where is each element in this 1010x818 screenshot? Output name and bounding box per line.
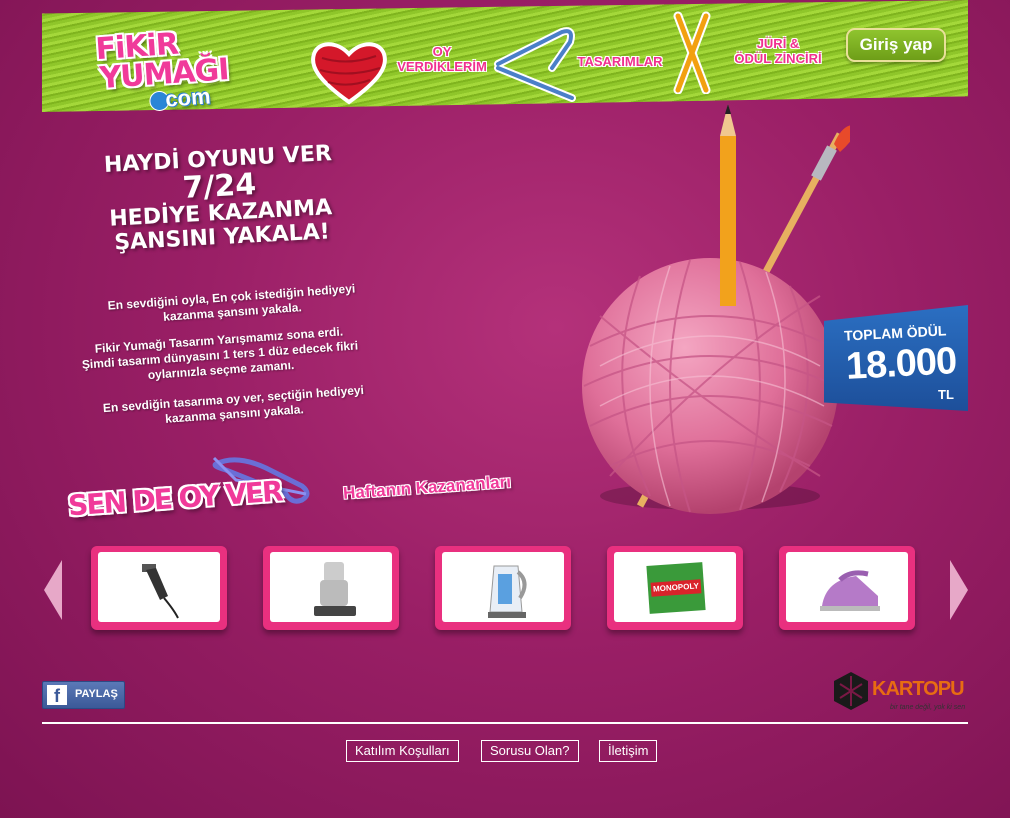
- footer-link-sorusu-olan[interactable]: Sorusu Olan?: [481, 740, 579, 762]
- carousel-item-tea-maker[interactable]: [263, 546, 399, 630]
- facebook-icon: f: [47, 685, 67, 706]
- steam-iron-icon: [820, 570, 880, 611]
- crossed-needles-icon[interactable]: [670, 10, 714, 94]
- carousel-item-frame: [270, 552, 392, 622]
- weekly-winners-link[interactable]: Haftanın Kazananları: [343, 472, 512, 504]
- carousel-item-frame: [442, 552, 564, 622]
- logo-domain: com: [164, 83, 212, 112]
- yarn-ball-illustration: [582, 104, 850, 514]
- share-label: PAYLAŞ: [75, 688, 118, 700]
- nav-juri-line2: ÖDÜL ZİNCİRİ: [734, 51, 822, 66]
- knitting-needles-icon[interactable]: [492, 24, 582, 102]
- heart-yarn-icon[interactable]: [308, 36, 390, 106]
- hero-paragraph-1: En sevdiğini oyla, En çok istediğin hedi…: [81, 280, 382, 331]
- carousel-item-hair-clipper[interactable]: [91, 546, 227, 630]
- prize-currency: TL: [938, 387, 954, 402]
- hero-paragraph-2: Fikir Yumağı Tasarım Yarışmamız sona erd…: [69, 323, 371, 389]
- nav-juri-line1: JÜRİ &: [756, 36, 800, 51]
- monopoly-label: MONOPOLY: [650, 579, 702, 597]
- footer-divider: [42, 722, 968, 724]
- footer-link-iletisim[interactable]: İletişim: [599, 740, 658, 762]
- kartopu-logo-icon: [834, 672, 868, 710]
- nav-oy-verdiklerim-line2: VERDİKLERİM: [397, 59, 487, 74]
- site-logo[interactable]: FiKiR YUMAĞI com: [94, 25, 252, 135]
- carousel-item-frame: MONOPOLY: [614, 552, 736, 622]
- kartopu-brand[interactable]: KARTOPU bir tane değil, yok ki sen: [832, 670, 965, 717]
- tea-maker-icon: [314, 562, 356, 616]
- total-prize-badge: TOPLAM ÖDÜL 18.000 TL: [824, 305, 968, 411]
- carousel-item-steam-iron[interactable]: [779, 546, 915, 630]
- hero-paragraph-3: En sevdiğin tasarıma oy ver, seçtiğin he…: [83, 382, 384, 433]
- nav-tasarimlar-label: TASARIMLAR: [577, 54, 663, 69]
- footer-link-katilim-kosullari[interactable]: Katılım Koşulları: [346, 740, 459, 762]
- hair-clipper-icon: [142, 564, 179, 619]
- carousel-item-kettle[interactable]: [435, 546, 571, 630]
- carousel-item-monopoly[interactable]: MONOPOLY: [607, 546, 743, 630]
- vote-now-button[interactable]: SEN DE OY VER: [67, 475, 283, 523]
- carousel-item-frame: [98, 552, 220, 622]
- nav-tasarimlar[interactable]: TASARIMLAR: [574, 54, 666, 69]
- prize-value: 18.000: [844, 340, 958, 388]
- monopoly-game-icon: MONOPOLY: [646, 562, 706, 614]
- carousel-next-arrow[interactable]: [948, 560, 970, 620]
- nav-oy-verdiklerim[interactable]: OY VERDİKLERİM: [394, 44, 490, 74]
- facebook-share-button[interactable]: f PAYLAŞ: [42, 681, 125, 709]
- nav-juri-odul-zinciri[interactable]: JÜRİ & ÖDÜL ZİNCİRİ: [728, 36, 828, 66]
- nav-oy-verdiklerim-line1: OY: [432, 44, 452, 59]
- hero-headline: HAYDİ OYUNU VER 7/24 HEDİYE KAZANMA ŞANS…: [78, 141, 363, 258]
- kettle-icon: [488, 565, 527, 618]
- brand-tagline: bir tane değil, yok ki sen: [890, 704, 966, 711]
- carousel-prev-arrow[interactable]: [42, 560, 64, 620]
- login-button[interactable]: Giriş yap: [846, 28, 946, 62]
- brand-name: KARTOPU: [872, 678, 965, 700]
- carousel-item-frame: [786, 552, 908, 622]
